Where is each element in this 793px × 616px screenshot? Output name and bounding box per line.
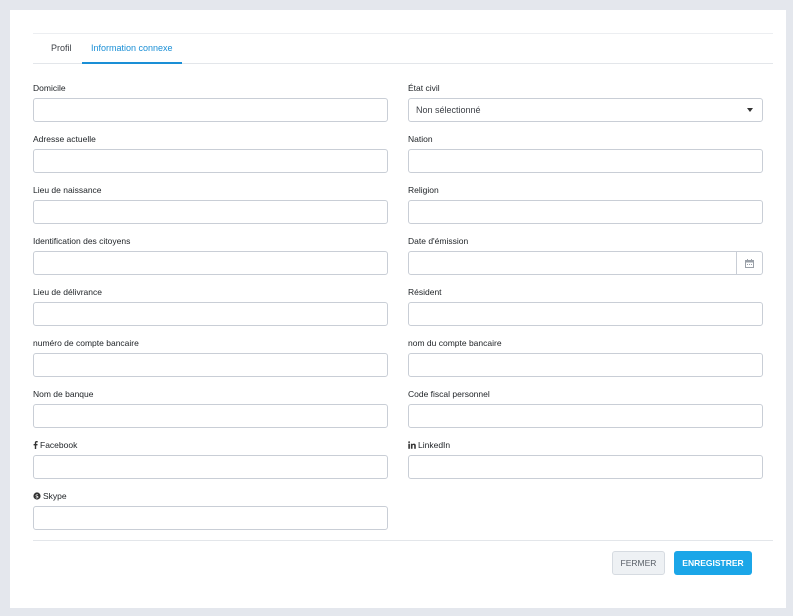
resident-input[interactable] (408, 302, 763, 326)
numero-compte-input[interactable] (33, 353, 388, 377)
religion-label: Religion (408, 185, 439, 195)
chevron-down-icon (747, 108, 753, 112)
nation-input[interactable] (408, 149, 763, 173)
nom-compte-input[interactable] (408, 353, 763, 377)
tab-bar: Profil Information connexe (33, 33, 773, 64)
field-skype: Skype (33, 490, 388, 530)
lieu-delivrance-input[interactable] (33, 302, 388, 326)
date-emission-input[interactable] (408, 251, 763, 275)
calendar-icon (745, 258, 754, 268)
field-identification: Identification des citoyens (33, 235, 388, 275)
nom-compte-label: nom du compte bancaire (408, 338, 502, 348)
lieu-naissance-input[interactable] (33, 200, 388, 224)
nation-label: Nation (408, 134, 433, 144)
date-emission-label: Date d'émission (408, 236, 469, 246)
tab-information-connexe[interactable]: Information connexe (82, 34, 182, 64)
lieu-naissance-label: Lieu de naissance (33, 185, 102, 195)
skype-label-row: Skype (33, 490, 388, 502)
facebook-label: Facebook (40, 440, 78, 450)
nom-banque-input[interactable] (33, 404, 388, 428)
field-date-emission: Date d'émission (408, 235, 763, 275)
adresse-actuelle-input[interactable] (33, 149, 388, 173)
domicile-input[interactable] (33, 98, 388, 122)
linkedin-label: LinkedIn (418, 440, 451, 450)
close-button[interactable]: FERMER (612, 551, 665, 575)
resident-label: Résident (408, 287, 442, 297)
field-linkedin: LinkedIn (408, 439, 763, 479)
linkedin-icon (408, 441, 416, 449)
calendar-button[interactable] (736, 252, 762, 274)
skype-input[interactable] (33, 506, 388, 530)
field-nom-compte: nom du compte bancaire (408, 337, 763, 377)
skype-icon (33, 492, 41, 500)
identification-label: Identification des citoyens (33, 236, 131, 246)
tab-profil[interactable]: Profil (42, 34, 81, 64)
field-numero-compte: numéro de compte bancaire (33, 337, 388, 377)
facebook-label-row: Facebook (33, 439, 388, 451)
adresse-actuelle-label: Adresse actuelle (33, 134, 96, 144)
linkedin-label-row: LinkedIn (408, 439, 763, 451)
form-card: Profil Information connexe Domicile État… (10, 10, 786, 608)
lieu-delivrance-label: Lieu de délivrance (33, 287, 102, 297)
religion-input[interactable] (408, 200, 763, 224)
domicile-label: Domicile (33, 83, 66, 93)
identification-input[interactable] (33, 251, 388, 275)
field-lieu-naissance: Lieu de naissance (33, 184, 388, 224)
footer-divider (33, 540, 773, 541)
field-lieu-delivrance: Lieu de délivrance (33, 286, 388, 326)
field-facebook: Facebook (33, 439, 388, 479)
field-nom-banque: Nom de banque (33, 388, 388, 428)
field-religion: Religion (408, 184, 763, 224)
skype-label: Skype (43, 491, 67, 501)
field-domicile: Domicile (33, 82, 388, 122)
linkedin-input[interactable] (408, 455, 763, 479)
code-fiscal-label: Code fiscal personnel (408, 389, 490, 399)
field-adresse-actuelle: Adresse actuelle (33, 133, 388, 173)
etat-civil-select[interactable]: Non sélectionné (408, 98, 763, 122)
nom-banque-label: Nom de banque (33, 389, 94, 399)
facebook-icon (33, 441, 38, 449)
field-nation: Nation (408, 133, 763, 173)
field-etat-civil: État civil Non sélectionné (408, 82, 763, 122)
etat-civil-value: Non sélectionné (416, 105, 481, 115)
field-resident: Résident (408, 286, 763, 326)
etat-civil-label: État civil (408, 83, 440, 93)
facebook-input[interactable] (33, 455, 388, 479)
code-fiscal-input[interactable] (408, 404, 763, 428)
numero-compte-label: numéro de compte bancaire (33, 338, 139, 348)
field-code-fiscal: Code fiscal personnel (408, 388, 763, 428)
save-button[interactable]: ENREGISTRER (674, 551, 752, 575)
